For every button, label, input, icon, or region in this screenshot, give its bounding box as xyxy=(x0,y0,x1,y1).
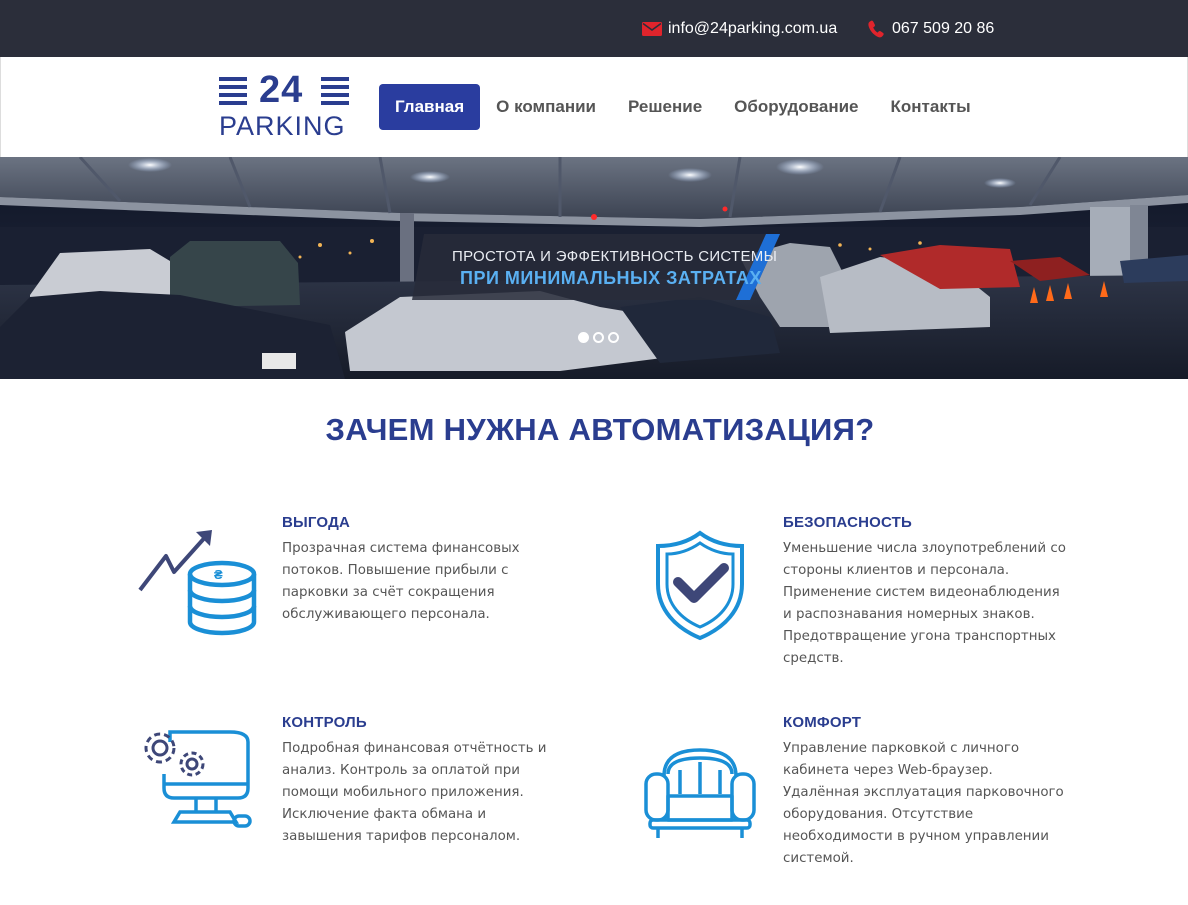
hero-line-2: ПРИ МИНИМАЛЬНЫХ ЗАТРАТАХ xyxy=(460,268,762,288)
nav-item-home[interactable]: Главная xyxy=(379,84,481,130)
feature-text: Прозрачная система финансовых потоков. П… xyxy=(282,541,520,622)
phone-text: 067 509 20 86 xyxy=(892,20,995,37)
feature-title: ВЫГОДА xyxy=(282,514,351,531)
feature-text: Подробная финансовая отчётность и анализ… xyxy=(282,741,547,844)
logo-stripes-left xyxy=(219,77,247,107)
hero-banner: ПРОСТОТА И ЭФФЕКТИВНОСТЬ СИСТЕМЫ ПРИ МИН… xyxy=(412,234,780,300)
hero-slider[interactable]: ПРОСТОТА И ЭФФЕКТИВНОСТЬ СИСТЕМЫ ПРИ МИН… xyxy=(0,157,1188,379)
phone-icon xyxy=(868,20,884,38)
envelope-icon xyxy=(642,22,662,36)
email-text: info@24parking.com.ua xyxy=(668,20,838,37)
svg-text:₴: ₴ xyxy=(214,567,223,582)
feature-profit: ₴ ВЫГОДА Прозрачная система финансовых п… xyxy=(138,514,558,654)
slider-dot-2[interactable] xyxy=(593,332,604,343)
main-nav: Главная О компании Решение Оборудование … xyxy=(379,84,987,130)
email-link[interactable]: info@24parking.com.ua xyxy=(642,18,837,40)
slider-dots xyxy=(578,332,619,343)
slider-dot-3[interactable] xyxy=(608,332,619,343)
feature-title: КОМФОРТ xyxy=(783,714,862,731)
logo-stripes-right xyxy=(321,77,349,107)
armchair-icon xyxy=(644,748,756,838)
feature-security: БЕЗОПАСНОСТЬ Уменьшение числа злоупотреб… xyxy=(654,514,1074,674)
top-contact-bar: info@24parking.com.ua 067 509 20 86 xyxy=(0,0,1188,57)
logo-number: 24 xyxy=(259,69,304,111)
nav-item-about[interactable]: О компании xyxy=(480,84,612,130)
feature-text: Управление парковкой с личного кабинета … xyxy=(783,741,1064,866)
nav-item-solution[interactable]: Решение xyxy=(612,84,718,130)
feature-comfort: КОМФОРТ Управление парковкой с личного к… xyxy=(644,714,1074,874)
feature-text: Уменьшение числа злоупотреблений со стор… xyxy=(783,541,1066,666)
slider-dot-1[interactable] xyxy=(578,332,589,343)
site-logo[interactable]: 24 PARKING xyxy=(219,69,351,141)
feature-title: БЕЗОПАСНОСТЬ xyxy=(783,514,913,531)
hero-line-1: ПРОСТОТА И ЭФФЕКТИВНОСТЬ СИСТЕМЫ xyxy=(452,248,778,265)
nav-item-equipment[interactable]: Оборудование xyxy=(718,84,874,130)
profit-chart-coins-icon: ₴ xyxy=(138,530,257,636)
feature-control: КОНТРОЛЬ Подробная финансовая отчётность… xyxy=(140,714,560,854)
site-header: 24 PARKING Главная О компании Решение Об… xyxy=(0,57,1188,157)
shield-check-icon xyxy=(656,530,744,641)
phone-link[interactable]: 067 509 20 86 xyxy=(868,18,994,40)
feature-title: КОНТРОЛЬ xyxy=(282,714,367,731)
nav-item-contacts[interactable]: Контакты xyxy=(875,84,987,130)
logo-word: PARKING xyxy=(219,111,346,141)
computer-gears-icon xyxy=(144,730,252,828)
section-title: ЗАЧЕМ НУЖНА АВТОМАТИЗАЦИЯ? xyxy=(325,412,875,447)
